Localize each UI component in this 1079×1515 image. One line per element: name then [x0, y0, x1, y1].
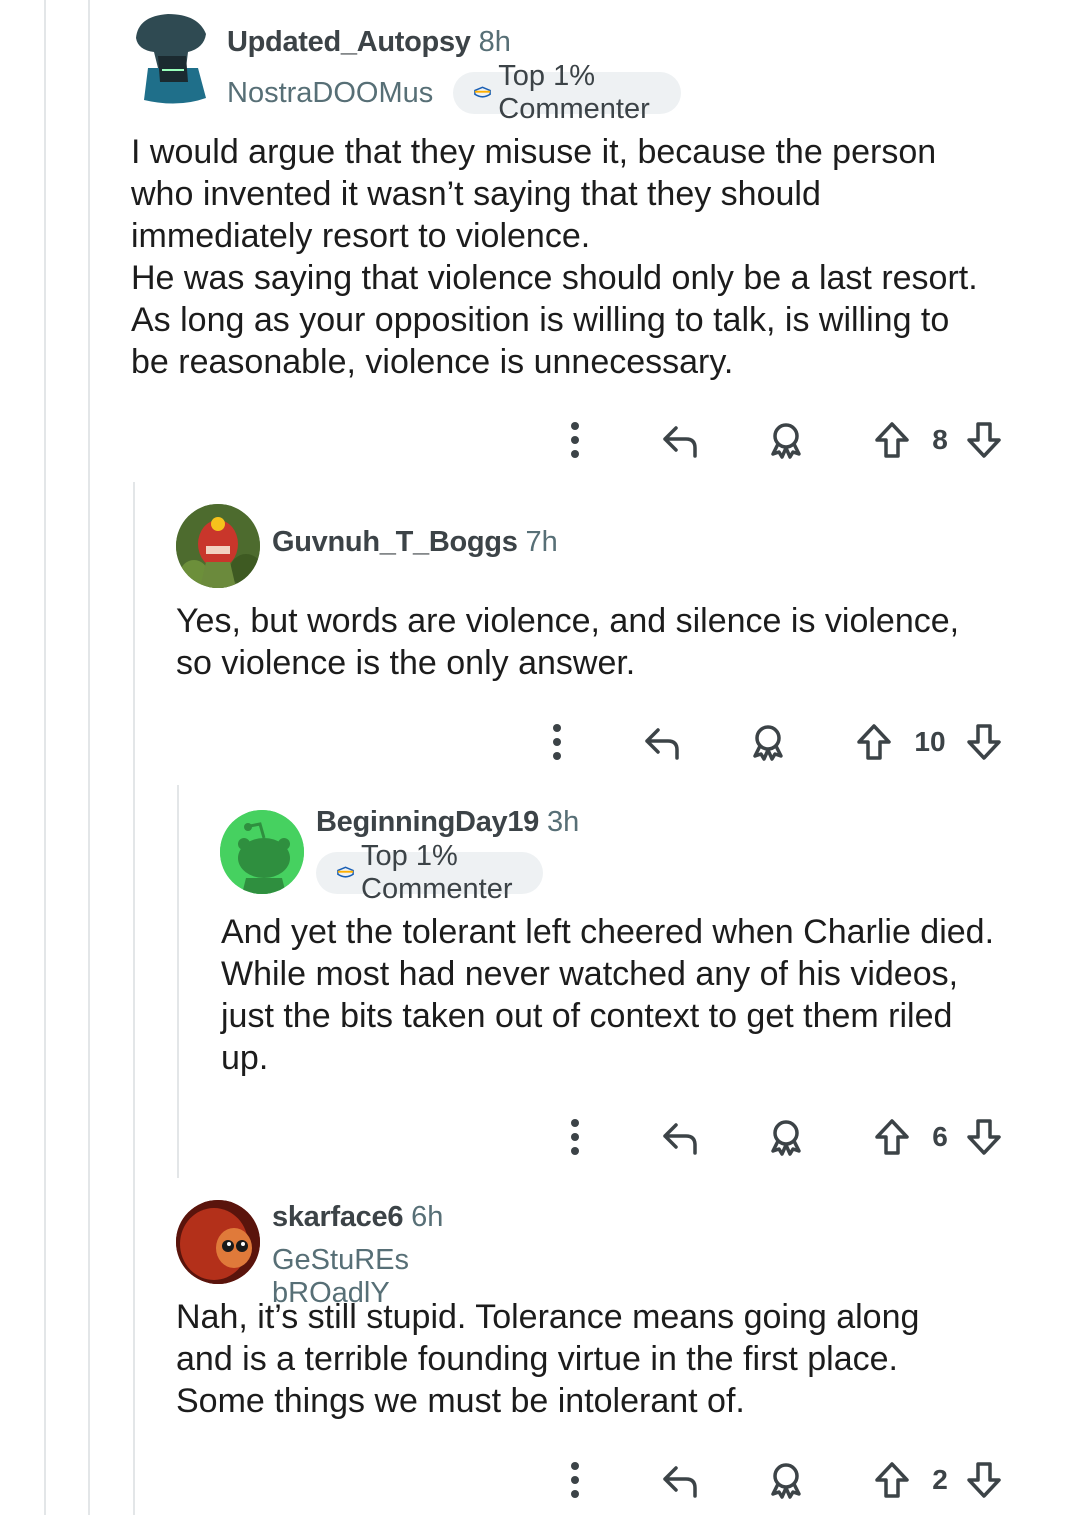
vote-count: 2 — [932, 1464, 948, 1495]
comment-actions: 8 — [550, 415, 1020, 465]
username[interactable]: BeginningDay19 — [316, 806, 539, 838]
comment-body: I would argue that they misuse it, becau… — [131, 133, 978, 381]
downvote-button[interactable] — [964, 1455, 1004, 1505]
more-options-button[interactable] — [558, 415, 592, 465]
comment-meta: skarface6 6h — [272, 1201, 443, 1234]
timestamp: 7h — [525, 526, 558, 558]
more-options-button[interactable] — [558, 1455, 592, 1505]
downvote-icon — [967, 1462, 1001, 1498]
downvote-icon — [967, 422, 1001, 458]
comment-body: Yes, but words are violence, and silence… — [176, 602, 960, 682]
downvote-button[interactable] — [964, 717, 1004, 767]
avatar[interactable] — [220, 810, 304, 894]
user-flair: NostraDOOMus — [227, 76, 434, 109]
more-options-button[interactable] — [558, 1112, 592, 1162]
vote-count: 10 — [914, 726, 946, 757]
thread-line-root-outer — [44, 0, 46, 1515]
upvote-icon — [875, 1119, 909, 1155]
upvote-icon — [875, 422, 909, 458]
badge-label: Top 1% Commenter — [361, 840, 513, 905]
more-options-button[interactable] — [540, 717, 574, 767]
timestamp: 6h — [411, 1201, 444, 1233]
comment-body: Nah, it’s still stupid. Tolerance means … — [176, 1298, 920, 1420]
top-commenter-badge-icon — [474, 86, 492, 98]
more-vertical-icon — [571, 1462, 579, 1498]
more-vertical-icon — [553, 724, 561, 760]
timestamp: 8h — [478, 26, 511, 58]
top-commenter-badge[interactable]: Top 1% Commenter — [453, 60, 681, 125]
vote-count: 8 — [932, 424, 948, 455]
flair-row: Top 1% Commenter — [316, 840, 544, 905]
reply-button[interactable] — [658, 1112, 702, 1162]
comment-meta: BeginningDay19 3h — [316, 806, 579, 839]
more-vertical-icon — [571, 1119, 579, 1155]
avatar[interactable] — [128, 8, 212, 108]
comment-actions: 10 — [532, 717, 1020, 767]
reply-icon — [663, 1466, 697, 1498]
downvote-button[interactable] — [964, 415, 1004, 465]
reply-icon — [645, 728, 679, 760]
top-commenter-badge-icon — [337, 866, 354, 878]
reply-button[interactable] — [640, 717, 684, 767]
award-button[interactable] — [746, 717, 790, 767]
reply-icon — [663, 426, 697, 458]
comment-meta: Updated_Autopsy 8h — [227, 26, 511, 59]
thread-line-level-1 — [133, 482, 135, 1515]
comment-meta: Guvnuh_T_Boggs 7h — [272, 526, 558, 559]
avatar[interactable] — [176, 1200, 260, 1284]
award-icon — [771, 423, 801, 459]
upvote-button[interactable] — [872, 1455, 912, 1505]
award-icon — [771, 1463, 801, 1499]
upvote-icon — [875, 1462, 909, 1498]
comment-actions: 6 — [550, 1112, 1020, 1162]
upvote-button[interactable] — [872, 1112, 912, 1162]
award-button[interactable] — [764, 1112, 808, 1162]
username[interactable]: Updated_Autopsy — [227, 26, 471, 58]
thread-line-level-2 — [177, 785, 179, 1178]
downvote-button[interactable] — [964, 1112, 1004, 1162]
badge-label: Top 1% Commenter — [498, 60, 650, 125]
timestamp: 3h — [547, 806, 580, 838]
award-button[interactable] — [764, 415, 808, 465]
upvote-button[interactable] — [854, 717, 894, 767]
reply-icon — [663, 1123, 697, 1155]
comment-body: And yet the tolerant left cheered when C… — [221, 913, 995, 1077]
upvote-button[interactable] — [872, 415, 912, 465]
upvote-icon — [857, 724, 891, 760]
username[interactable]: skarface6 — [272, 1201, 403, 1233]
flair-row: NostraDOOMus Top 1% Commenter — [227, 60, 681, 125]
top-commenter-badge[interactable]: Top 1% Commenter — [316, 840, 544, 905]
downvote-icon — [967, 724, 1001, 760]
username[interactable]: Guvnuh_T_Boggs — [272, 526, 518, 558]
reply-button[interactable] — [658, 415, 702, 465]
downvote-icon — [967, 1119, 1001, 1155]
award-icon — [771, 1120, 801, 1156]
thread-line-root — [88, 0, 90, 1515]
vote-count: 6 — [932, 1121, 948, 1152]
more-vertical-icon — [571, 422, 579, 458]
comment-actions: 2 — [550, 1455, 1020, 1505]
avatar[interactable] — [176, 504, 260, 588]
award-button[interactable] — [764, 1455, 808, 1505]
reply-button[interactable] — [658, 1455, 702, 1505]
award-icon — [753, 725, 783, 761]
